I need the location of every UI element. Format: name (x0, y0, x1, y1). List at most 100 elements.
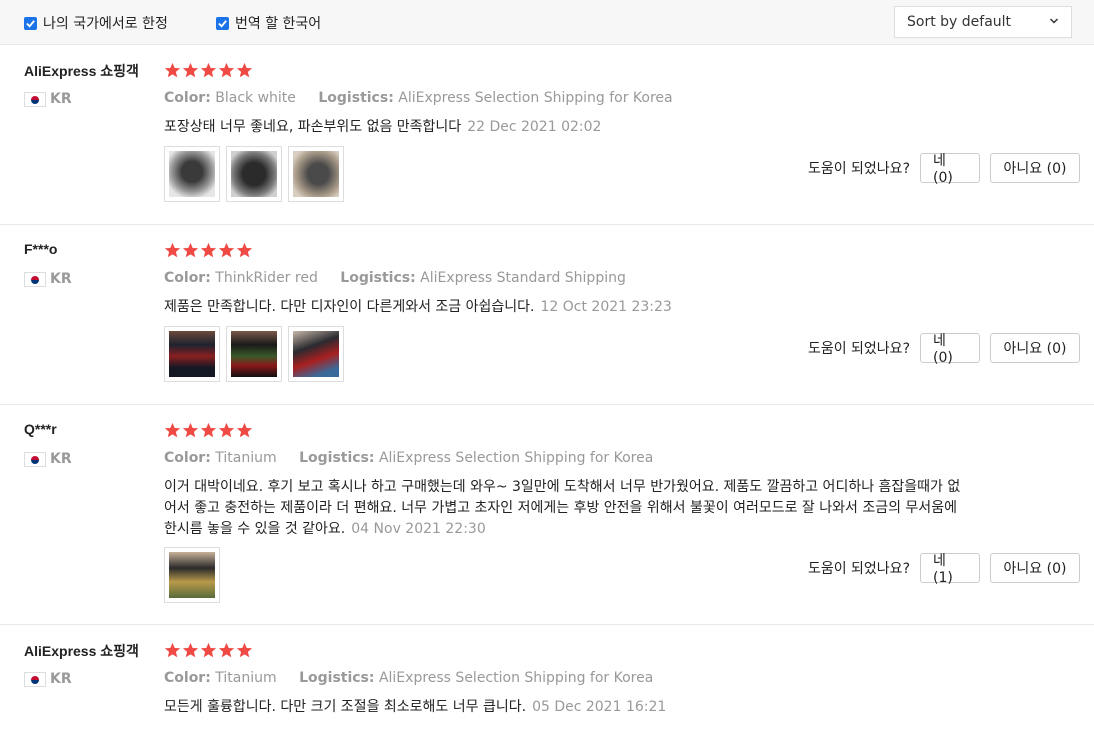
star-icon (182, 242, 199, 258)
review-item: F***o KR Color: ThinkRider red Logistics… (0, 225, 1094, 405)
color-label: Color: (164, 90, 211, 106)
reviewer-country: KR (24, 91, 72, 107)
review-item: Q***r KR Color: Titanium Logistics: AliE… (0, 405, 1094, 625)
review-text: 제품은 만족합니다. 다만 디자인이 다른게와서 조금 아쉽습니다. 12 Oct… (164, 297, 964, 318)
reviewer-name: AliExpress 쇼핑객 (24, 63, 139, 79)
star-icon (236, 242, 253, 258)
star-icon (236, 642, 253, 658)
color-label: Color: (164, 450, 211, 466)
star-icon (164, 62, 181, 78)
color-value: Black white (215, 90, 296, 106)
review-body: 제품은 만족합니다. 다만 디자인이 다른게와서 조금 아쉽습니다. (164, 299, 535, 315)
reviewer-country: KR (24, 271, 72, 287)
star-icon (164, 242, 181, 258)
checkbox-checked-icon[interactable] (24, 16, 37, 30)
helpful-no-button[interactable]: 아니요 (0) (990, 333, 1080, 363)
star-icon (236, 62, 253, 78)
review-text: 모든게 훌륭합니다. 다만 크기 조절을 최소로해도 너무 큽니다. 05 Dec… (164, 697, 964, 718)
review-photo[interactable] (164, 146, 220, 202)
star-icon (164, 642, 181, 658)
star-icon (182, 642, 199, 658)
star-rating (164, 242, 253, 259)
review-meta: Color: Titanium Logistics: AliExpress Se… (164, 450, 653, 466)
review-body: 이거 대박이네요. 후기 보고 혹시나 하고 구매했는데 와우~ 3일만에 도착… (164, 479, 961, 537)
logistics-value: AliExpress Standard Shipping (420, 270, 626, 286)
translate-filter[interactable]: 번역 할 한국어 (216, 13, 321, 33)
star-rating (164, 642, 253, 659)
korea-flag-icon (24, 451, 46, 467)
review-body: 포장상태 너무 좋네요, 파손부위도 없음 만족합니다 (164, 119, 462, 135)
logistics-value: AliExpress Selection Shipping for Korea (378, 450, 654, 466)
star-icon (200, 642, 217, 658)
review-meta: Color: ThinkRider red Logistics: AliExpr… (164, 270, 626, 286)
reviewer-name: AliExpress 쇼핑객 (24, 643, 139, 659)
color-value: Titanium (215, 670, 277, 686)
review-photo[interactable] (288, 326, 344, 382)
korea-flag-icon (24, 271, 46, 287)
sort-select[interactable]: Sort by default (894, 6, 1072, 38)
chevron-down-icon (1049, 18, 1059, 24)
star-icon (200, 242, 217, 258)
star-icon (182, 62, 199, 78)
reviewer-country: KR (24, 671, 72, 687)
review-item: AliExpress 쇼핑객 KR Color: Black white Log… (0, 45, 1094, 225)
review-photo[interactable] (164, 326, 220, 382)
logistics-label: Logistics: (299, 670, 375, 686)
review-photo[interactable] (226, 146, 282, 202)
helpful-no-button[interactable]: 아니요 (0) (990, 153, 1080, 183)
review-date: 04 Nov 2021 22:30 (351, 521, 486, 537)
sort-select-value: Sort by default (907, 14, 1012, 30)
helpful-no-button[interactable]: 아니요 (0) (990, 553, 1080, 583)
review-date: 05 Dec 2021 16:21 (532, 699, 667, 715)
my-country-filter-label: 나의 국가에서로 한정 (43, 16, 168, 32)
helpful-question: 도움이 되었나요? (807, 161, 910, 177)
country-code: KR (50, 91, 72, 107)
star-icon (200, 62, 217, 78)
review-date: 12 Oct 2021 23:23 (540, 299, 672, 315)
color-label: Color: (164, 670, 211, 686)
helpful-yes-button[interactable]: 네 (0) (920, 153, 980, 186)
star-icon (218, 642, 235, 658)
helpful-vote: 도움이 되었나요? 네 (0) 아니요 (0) (807, 153, 1080, 186)
country-code: KR (50, 451, 72, 467)
review-photos (164, 146, 344, 202)
reviewer-name: F***o (24, 241, 58, 257)
helpful-question: 도움이 되었나요? (807, 561, 910, 577)
helpful-yes-button[interactable]: 네 (1) (920, 553, 980, 586)
star-icon (236, 422, 253, 438)
review-body: 모든게 훌륭합니다. 다만 크기 조절을 최소로해도 너무 큽니다. (164, 699, 527, 715)
star-rating (164, 62, 253, 79)
color-value: ThinkRider red (215, 270, 318, 286)
review-meta: Color: Titanium Logistics: AliExpress Se… (164, 670, 653, 686)
review-date: 22 Dec 2021 02:02 (467, 119, 602, 135)
color-value: Titanium (215, 450, 277, 466)
korea-flag-icon (24, 91, 46, 107)
my-country-filter[interactable]: 나의 국가에서로 한정 (24, 13, 168, 33)
korea-flag-icon (24, 671, 46, 687)
star-icon (218, 242, 235, 258)
reviewer-country: KR (24, 451, 72, 467)
logistics-value: AliExpress Selection Shipping for Korea (398, 90, 673, 106)
review-photo[interactable] (288, 146, 344, 202)
review-photo[interactable] (164, 547, 220, 603)
logistics-label: Logistics: (318, 90, 394, 106)
review-photo[interactable] (226, 326, 282, 382)
color-label: Color: (164, 270, 211, 286)
country-code: KR (50, 671, 72, 687)
star-icon (200, 422, 217, 438)
review-text: 이거 대박이네요. 후기 보고 혹시나 하고 구매했는데 와우~ 3일만에 도착… (164, 477, 964, 540)
review-meta: Color: Black white Logistics: AliExpress… (164, 90, 673, 106)
helpful-yes-button[interactable]: 네 (0) (920, 333, 980, 366)
star-icon (182, 422, 199, 438)
filter-bar: 나의 국가에서로 한정 번역 할 한국어 Sort by default (0, 0, 1094, 45)
logistics-label: Logistics: (299, 450, 375, 466)
checkbox-checked-icon[interactable] (216, 16, 229, 30)
reviewer-name: Q***r (24, 421, 57, 437)
logistics-value: AliExpress Selection Shipping for Korea (378, 670, 654, 686)
star-rating (164, 422, 253, 439)
logistics-label: Logistics: (340, 270, 416, 286)
helpful-vote: 도움이 되었나요? 네 (1) 아니요 (0) (807, 553, 1080, 586)
review-item: AliExpress 쇼핑객 KR Color: Titanium Logist… (0, 625, 1094, 735)
review-photos (164, 326, 344, 382)
star-icon (218, 62, 235, 78)
